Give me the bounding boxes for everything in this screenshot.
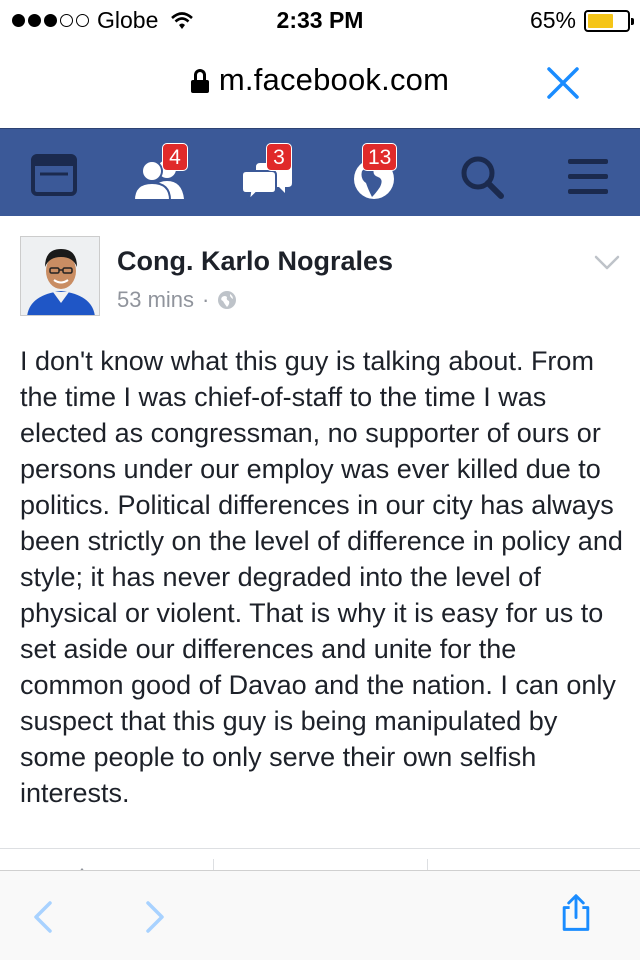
meta-separator: · — [202, 287, 210, 312]
battery-percentage: 65% — [529, 7, 576, 33]
lock-icon — [190, 69, 209, 93]
status-right: 65% — [529, 7, 634, 34]
globe-privacy-icon — [218, 291, 237, 309]
browser-toolbar — [0, 870, 640, 960]
close-icon[interactable] — [546, 66, 580, 100]
notifications-tab[interactable]: 13 — [346, 143, 406, 203]
address-field[interactable]: m.facebook.com — [0, 62, 640, 98]
battery-icon — [584, 9, 634, 32]
browser-url-bar: m.facebook.com — [0, 40, 640, 128]
forward-arrow-icon[interactable] — [134, 897, 174, 937]
search-tab[interactable] — [452, 147, 512, 203]
back-arrow-icon[interactable] — [24, 897, 64, 937]
battery-level — [588, 13, 613, 28]
news-feed-tab[interactable] — [24, 147, 84, 203]
chevron-down-icon[interactable] — [594, 254, 620, 272]
friend-requests-tab[interactable]: 4 — [130, 143, 190, 203]
messages-tab[interactable]: 3 — [240, 143, 300, 203]
profile-photo — [21, 237, 99, 315]
messages-badge: 3 — [266, 143, 292, 171]
search-icon — [461, 156, 504, 199]
post-meta: 53 mins · — [117, 287, 237, 313]
notifications-badge: 13 — [362, 143, 398, 171]
news-feed-icon — [31, 154, 77, 196]
avatar[interactable] — [20, 236, 100, 316]
post-body: I don't know what this guy is talking ab… — [20, 346, 623, 808]
facebook-nav-bar: 4 3 13 — [0, 128, 640, 216]
menu-tab[interactable] — [558, 147, 618, 203]
url-domain[interactable]: m.facebook.com — [219, 62, 449, 98]
post-card: Cong. Karlo Nograles 53 mins · I don't k… — [0, 216, 640, 870]
post-timestamp[interactable]: 53 mins — [117, 287, 194, 313]
battery-tip — [631, 17, 634, 25]
share-icon[interactable] — [556, 893, 596, 933]
status-bar: Globe 2:33 PM 65% — [0, 0, 640, 40]
hamburger-menu-icon — [568, 159, 608, 194]
friend-requests-badge: 4 — [162, 143, 188, 171]
post-author[interactable]: Cong. Karlo Nograles — [117, 246, 393, 277]
